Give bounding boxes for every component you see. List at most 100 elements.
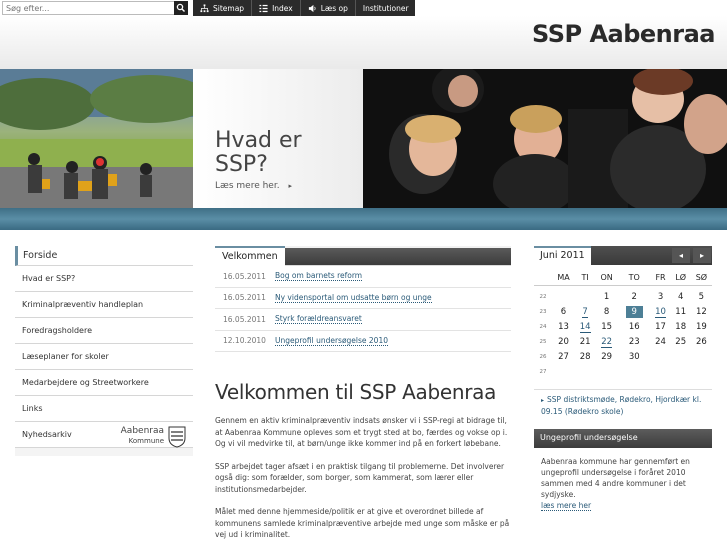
sitemap-label: Sitemap [213,3,245,13]
site-logo[interactable]: SSP Aabenraa [532,20,715,48]
speaker-icon [308,4,316,12]
right-column: Juni 2011 ◂ ▸ MA TI ON TO FR LØ SØ 22 1 … [534,246,712,516]
news-link[interactable]: Bog om barnets reform [275,271,363,282]
calendar-day: 21 [579,336,591,347]
promo-read-more-link[interactable]: Læs mere her. ▸ [215,181,292,191]
event-text: SSP distriktsmøde, Rødekro, Hjordkær kl.… [541,395,702,416]
sidebar-navigation: Forside Hvad er SSP? Kriminalpræventiv h… [15,246,193,456]
sidebar-item-laeseplaner[interactable]: Læseplaner for skoler [15,344,193,370]
sidebar-item-foredragsholdere[interactable]: Foredragsholdere [15,318,193,344]
calendar-day: 29 [601,351,613,362]
calendar-day-event[interactable]: 22 [595,334,618,349]
sidebar-item-forside[interactable]: Forside [15,246,193,266]
weekday-header: LØ [675,273,687,283]
calendar-next-button[interactable]: ▸ [693,248,711,263]
calendar-day: 27 [558,351,569,362]
news-date: 16.05.2011 [223,271,266,281]
calendar-day [691,349,712,364]
calendar-day-label: 7 [582,306,588,318]
coat-of-arms-icon [168,426,186,448]
week-number: 26 [539,353,547,360]
calendar-day-today[interactable]: 9 [618,304,650,319]
sitemap-link[interactable]: Sitemap [193,0,253,16]
calendar-day [575,289,595,304]
banner-stripe [0,208,727,230]
news-date: 16.05.2011 [223,293,266,303]
week-number: 27 [539,368,547,375]
promo-title-line2: SSP? [215,152,268,177]
municipality-logo-line1: Aabenraa [120,426,164,436]
index-icon [259,4,268,12]
municipality-logo[interactable]: Aabenraa Kommune [118,426,188,450]
survey-read-more-link[interactable]: læs mere her [541,501,592,511]
calendar-day: 12 [695,306,707,317]
calendar-day [552,289,575,304]
sidebar-item-medarbejdere[interactable]: Medarbejdere og Streetworkere [15,370,193,396]
calendar-day: 20 [558,336,569,347]
news-date: 16.05.2011 [223,314,266,324]
sidebar-item-links[interactable]: Links [15,396,193,422]
calendar-day: 8 [603,306,610,317]
promo-panel[interactable]: Hvad er SSP? Læs mere her. ▸ [193,69,363,208]
weekday-header: MA [557,273,570,283]
weekday-header: FR [655,273,666,283]
calendar-day-event[interactable]: 14 [575,319,595,334]
top-navigation: Sitemap Index Læs op Institutioner [193,0,415,16]
calendar-day-event[interactable]: 7 [575,304,595,319]
survey-box-title: Ungeprofil undersøgelse [534,429,712,448]
news-tabbar: Velkommen [215,246,511,266]
index-link[interactable]: Index [252,0,301,16]
calendar-month: Juni 2011 [534,246,591,265]
motorcycle-photo [0,69,193,208]
news-link[interactable]: Ungeprofil undersøgelse 2010 [275,336,388,346]
index-label: Index [272,3,293,13]
calendar-day: 2 [631,291,637,302]
survey-text: Aabenraa kommune har gennemført en ungep… [541,457,690,499]
institutions-link[interactable]: Institutioner [356,0,416,16]
news-link[interactable]: Ny vidensportal om udsatte børn og unge [275,293,432,303]
calendar-day: 3 [657,291,664,302]
week-number: 22 [539,293,547,300]
sitemap-icon [200,3,209,12]
weekday-header: TO [628,273,640,283]
chevron-left-icon: ◂ [678,251,683,260]
news-link[interactable]: Styrk forældreansvaret [275,314,362,325]
search-input[interactable] [3,2,171,14]
sidebar-item-hvad-er-ssp[interactable]: Hvad er SSP? [15,266,193,292]
calendar-day: 13 [558,321,569,332]
calendar-day: 24 [655,336,666,347]
calendar-day: 4 [677,291,684,302]
news-date: 12.10.2010 [223,336,266,346]
promo-title: Hvad er SSP? [215,129,302,177]
sidebar-item-handleplan[interactable]: Kriminalpræventiv handleplan [15,292,193,318]
read-aloud-link[interactable]: Læs op [301,0,356,16]
news-tabbar-fill [285,248,511,265]
arrow-right-icon: ▸ [541,397,545,404]
calendar-event-link[interactable]: ▸ SSP distriktsmøde, Rødekro, Hjordkær kl… [534,389,712,417]
intro-paragraph: Gennem en aktiv kriminalpræventiv indsat… [215,416,508,448]
calendar-prev-button[interactable]: ◂ [672,248,690,263]
weekday-header: ON [600,273,613,283]
search-button[interactable] [174,1,188,15]
calendar-day: 1 [603,291,610,302]
calendar-day: 16 [628,321,640,332]
youth-photo [363,69,727,208]
calendar-empty-row [552,364,712,379]
calendar-day-event[interactable]: 10 [650,304,670,319]
arrow-right-icon: ▸ [288,182,292,190]
calendar-day: 23 [628,336,640,347]
calendar-header: Juni 2011 ◂ ▸ [534,246,712,265]
top-bar: Sitemap Index Læs op Institutioner [0,0,727,16]
calendar-day [671,349,691,364]
approach-paragraph: SSP arbejdet tager afsæt i en praktisk t… [215,461,505,494]
calendar-day: 28 [579,351,591,362]
read-aloud-label: Læs op [320,3,348,13]
calendar-day: 5 [698,291,705,302]
list-item: 16.05.2011 Ny vidensportal om udsatte bø… [215,288,511,309]
calendar-day: 25 [675,336,687,347]
weekday-header: TI [581,273,589,283]
week-number: 23 [539,308,547,315]
tab-velkommen[interactable]: Velkommen [215,246,285,266]
list-item: 16.05.2011 Styrk forældreansvaret [215,309,511,331]
promo-title-line1: Hvad er [215,128,302,153]
